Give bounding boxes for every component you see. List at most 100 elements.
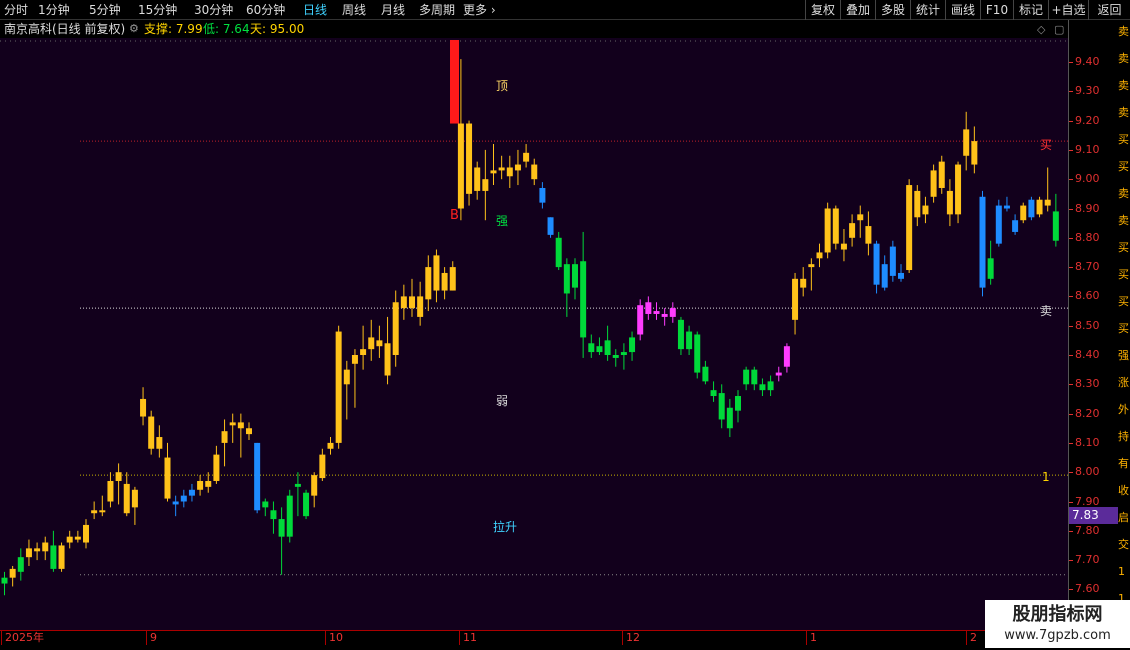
date-label-feb: 2 <box>966 631 977 645</box>
date-label-year: 2025年 <box>1 631 44 645</box>
price-axis-label: 8.60 <box>1075 289 1100 303</box>
date-label-nov: 11 <box>459 631 477 645</box>
candle-body <box>457 123 464 209</box>
period-tab-5min[interactable]: 5分钟 <box>89 1 121 19</box>
statistics-button[interactable]: 统计 <box>910 0 945 20</box>
candle-body <box>669 308 676 317</box>
period-tab-15min[interactable]: 15分钟 <box>138 1 177 19</box>
signal-strip-char: 交 <box>1118 538 1129 551</box>
price-axis-label: 7.60 <box>1075 582 1100 596</box>
signal-strip: 卖卖卖卖买买卖卖买买买买强涨外持有收启交11 <box>1118 20 1130 630</box>
kline-chart[interactable]: 顶 强 弱 拉升 B 买 卖 1 <box>0 38 1068 630</box>
period-tab-timeshare[interactable]: 分时 <box>4 1 28 19</box>
price-axis-tick <box>1069 149 1073 151</box>
candle-body <box>1012 220 1019 232</box>
candle-body <box>808 264 815 268</box>
signal-strip-char: 买 <box>1118 160 1129 173</box>
watermark-title: 股朋指标网 <box>1012 604 1103 625</box>
candle-body <box>620 352 627 355</box>
candle-body <box>832 208 839 244</box>
price-axis-label: 7.80 <box>1075 523 1100 537</box>
low-value: 低: 7.64 <box>203 22 250 36</box>
candle-body <box>596 346 603 353</box>
candle-body <box>384 343 391 376</box>
price-axis-tick <box>1069 501 1073 503</box>
signal-strip-char: 收 <box>1118 484 1129 497</box>
candle-body <box>661 313 668 317</box>
candle-body <box>555 237 562 268</box>
candle-body <box>800 278 807 288</box>
date-label-jan: 1 <box>806 631 817 645</box>
candle-body <box>849 223 856 238</box>
candle-body <box>1020 205 1027 221</box>
candle-body <box>572 264 578 288</box>
period-tab-monthly[interactable]: 月线 <box>381 1 405 19</box>
mark-button[interactable]: 标记 <box>1013 0 1048 20</box>
candle-body <box>629 337 636 353</box>
candle-body <box>335 331 342 443</box>
add-watchlist-button[interactable]: +自选 <box>1048 0 1088 20</box>
signal-strip-char: 卖 <box>1118 25 1129 38</box>
candle-body <box>311 475 318 496</box>
signal-strip-char: 卖 <box>1118 187 1129 200</box>
candle-body <box>930 170 937 197</box>
candle-body <box>327 442 334 449</box>
candle-body <box>83 524 89 543</box>
candle-body <box>474 167 481 191</box>
candle-body <box>1044 199 1051 206</box>
candle-body <box>604 340 611 355</box>
signal-strip-char: 持 <box>1118 430 1129 443</box>
restore-rights-button[interactable]: 复权 <box>805 0 840 20</box>
frame-icon[interactable]: ▢ <box>1054 23 1064 36</box>
price-axis-tick <box>1069 62 1073 63</box>
buy-line-label: 买 <box>1040 138 1053 152</box>
candle-body <box>286 495 293 537</box>
price-axis-label: 9.20 <box>1075 113 1100 127</box>
candle-body <box>74 536 81 540</box>
candle-body <box>865 226 872 244</box>
candle-body <box>25 548 32 558</box>
candle-body <box>180 495 187 502</box>
period-tab-1min[interactable]: 1分钟 <box>38 1 70 19</box>
signal-strip-char: 外 <box>1118 403 1129 416</box>
price-axis-label: 7.90 <box>1075 494 1100 508</box>
price-axis-label: 9.00 <box>1075 172 1100 186</box>
period-tab-30min[interactable]: 30分钟 <box>194 1 233 19</box>
signal-strip-char: 启 <box>1118 511 1129 524</box>
candle-body <box>889 246 896 276</box>
candle-body <box>303 492 310 517</box>
candle-body <box>971 141 978 165</box>
period-tab-60min[interactable]: 60分钟 <box>246 1 285 19</box>
candle-body <box>547 217 554 235</box>
back-button[interactable]: 返回 <box>1088 0 1130 20</box>
candle-body <box>9 568 16 578</box>
price-axis-tick <box>1069 413 1073 415</box>
period-tab-multi[interactable]: 多周期 <box>419 1 455 19</box>
candle-body <box>694 334 701 373</box>
price-axis-tick <box>1069 560 1073 562</box>
period-tab-more[interactable]: 更多 › <box>463 1 496 19</box>
support-line-label: 1 <box>1042 470 1050 484</box>
diamond-icon[interactable]: ◇ <box>1037 23 1045 36</box>
candle-body <box>963 129 970 156</box>
candle-body <box>490 170 497 174</box>
date-label-dec: 12 <box>622 631 640 645</box>
price-axis-tick <box>1069 296 1073 298</box>
price-axis-label: 9.40 <box>1075 55 1100 68</box>
multi-stock-button[interactable]: 多股 <box>875 0 910 20</box>
period-tab-weekly[interactable]: 周线 <box>342 1 366 19</box>
candle-body <box>58 545 65 569</box>
price-axis-tick <box>1069 589 1073 591</box>
candle-body <box>588 343 595 353</box>
f10-button[interactable]: F10 <box>980 0 1013 20</box>
candle-body <box>922 205 929 215</box>
gear-icon[interactable]: ⚙ <box>129 21 139 37</box>
period-tab-daily[interactable]: 日线 <box>303 1 327 19</box>
watermark-badge: 股朋指标网 www.7gpzb.com <box>985 600 1130 648</box>
overlay-button[interactable]: 叠加 <box>840 0 875 20</box>
draw-line-button[interactable]: 画线 <box>945 0 980 20</box>
price-axis-label: 8.50 <box>1075 318 1100 332</box>
price-axis-tick <box>1069 442 1073 444</box>
price-axis: 9.40 9.30 9.20 9.10 9.00 8.90 8.80 8.70 8.60 8.50… <box>1068 20 1118 630</box>
price-axis-tick <box>1069 325 1073 327</box>
